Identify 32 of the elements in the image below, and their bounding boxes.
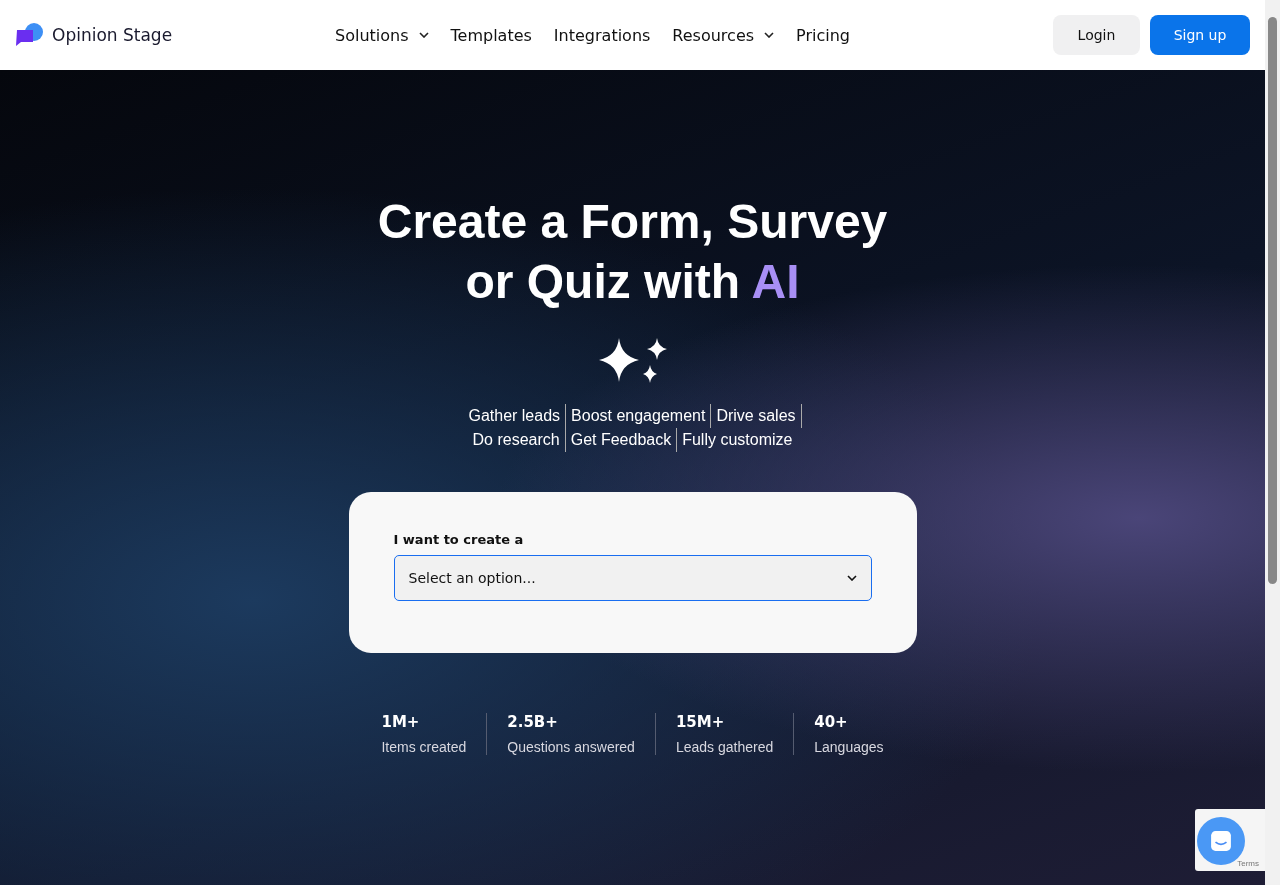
nav-link[interactable]: Resources [672,25,775,45]
login-button[interactable]: Login [1053,15,1140,55]
terms-link[interactable]: Terms [1237,859,1259,868]
stat-value: 15M+ [675,713,726,731]
hero-title: Create a Form, Survey or Quiz with AI [376,194,889,310]
chevron-down-icon [418,32,429,38]
stat-value: 40+ [814,713,849,731]
tagline-item: Get Feedback [565,428,678,452]
nav-link[interactable]: Pricing [796,25,850,45]
tagline-item: Boost engagement [566,404,712,428]
tagline-item: Fully customize [681,430,794,450]
chevron-down-icon [764,32,775,38]
logo-icon [15,22,45,48]
stat-label: Leads gathered [675,739,774,755]
stat-label: Questions answered [507,739,635,755]
tagline-item: Drive sales [711,404,802,428]
signup-button[interactable]: Sign up [1150,15,1250,55]
chat-icon [1210,830,1232,852]
tagline-item: Do research [467,428,566,452]
chevron-down-icon [846,575,857,581]
stat-value: 2.5B+ [507,713,559,731]
nav-link[interactable]: Templates [450,25,532,45]
scrollbar[interactable] [1265,0,1280,885]
tagline-item: Gather leads [463,404,567,428]
stat-label: Languages [814,739,884,755]
brand-name[interactable]: Opinion Stage [52,25,173,45]
nav-link[interactable]: Integrations [553,25,651,45]
nav-link[interactable]: Solutions [335,25,429,45]
field-label: I want to create a [393,532,525,547]
stat-value: 1M+ [381,713,421,731]
stat-label: Items created [381,739,467,755]
option-select[interactable]: Select an option... [393,555,872,601]
